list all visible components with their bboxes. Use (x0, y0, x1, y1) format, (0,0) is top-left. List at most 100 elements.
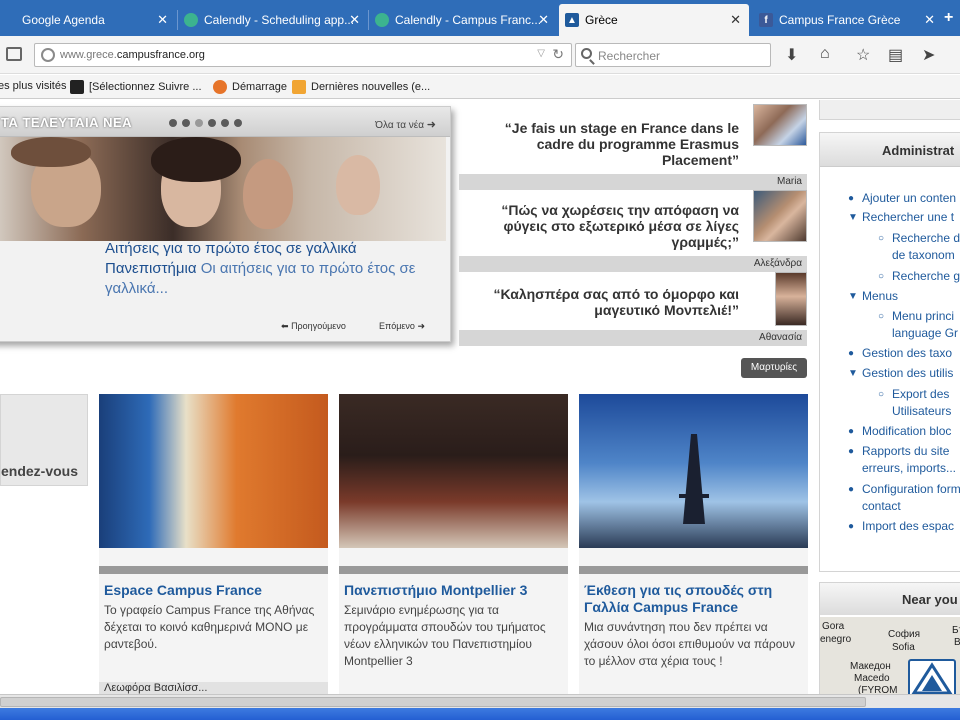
bookmark-label: es plus visités (0, 80, 67, 92)
admin-link-menus[interactable]: ▼ Menus (848, 288, 898, 305)
admin-link-label: Export des (892, 387, 950, 401)
testimonials-button[interactable]: Μαρτυρίες (741, 358, 807, 378)
testimonial-quote[interactable]: “Je fais un stage en France dans le cadr… (469, 120, 739, 168)
tab-calendly-scheduling[interactable]: Calendly - Scheduling app... ✕ (178, 6, 368, 34)
url-bar[interactable]: www.grece.campusfrance.org ▽ ↻ (34, 43, 572, 67)
testimonial-quote[interactable]: “Πώς να χωρέσεις την απόφαση να φύγεις σ… (459, 202, 739, 250)
card-title[interactable]: Έκθεση για τις σπουδές στη Γαλλία Campus… (584, 582, 804, 616)
tab-calendly-campus[interactable]: Calendly - Campus Franc... ✕ (369, 6, 557, 34)
horizontal-scrollbar[interactable] (0, 694, 960, 708)
next-news-button[interactable]: Επόμενο ➜ (379, 321, 425, 332)
cned-icon (70, 80, 84, 94)
testimonial[interactable]: “Πώς να χωρέσεις την απόφαση να φύγεις σ… (459, 188, 807, 272)
card-exhibition[interactable]: Έκθεση για τις σπουδές στη Γαλλία Campus… (579, 394, 808, 694)
news-title: ΤΑ ΤΕΛΕΥΤΑΙΑ ΝΕΑ (1, 115, 133, 130)
close-icon[interactable]: ✕ (538, 12, 549, 28)
testimonial[interactable]: “Je fais un stage en France dans le cadr… (459, 104, 807, 190)
search-bar[interactable]: Rechercher (575, 43, 771, 67)
admin-link-label: Import des espac (862, 519, 955, 533)
admin-link-label: Rapports du site (862, 444, 950, 458)
previous-news-button[interactable]: ⬅ Προηγούμενο (281, 321, 346, 332)
close-icon[interactable]: ✕ (349, 12, 360, 28)
download-icon[interactable]: ⬇ (785, 45, 798, 65)
admin-link-taxonomy-search-cont[interactable]: de taxonom (892, 247, 955, 264)
admin-link-label: Rechercher une t (862, 210, 955, 224)
bullet-icon: ○ (878, 389, 885, 400)
new-tab-icon[interactable]: + (944, 9, 953, 27)
slider-dot[interactable] (234, 119, 242, 127)
card-montpellier[interactable]: Πανεπιστήμιο Montpellier 3 Σεμινάριο ενη… (339, 394, 568, 694)
testimonial[interactable]: “Καλησπέρα σας από το όμορφο και μαγευτι… (459, 272, 807, 346)
admin-link-main-menu-cont[interactable]: language Gr (892, 325, 958, 342)
admin-link-block-edit[interactable]: ● Modification bloc (848, 423, 951, 440)
news-headline[interactable]: Αιτήσεις για το πρώτο έτος σε γαλλικά Πα… (105, 239, 425, 299)
home-icon[interactable]: ⌂ (820, 45, 830, 63)
map-label: (FYROM (858, 685, 898, 694)
all-news-link[interactable]: Όλα τα νέα ➜ (375, 118, 436, 131)
admin-link-export[interactable]: ○ Export des (878, 386, 950, 403)
bookmark-suivre[interactable]: [Sélectionnez Suivre ... (70, 80, 202, 94)
rss-icon (292, 80, 306, 94)
admin-link-reports-cont[interactable]: erreurs, imports... (862, 460, 956, 477)
admin-link-import[interactable]: ● Import des espac (848, 518, 955, 535)
admin-header: Administrat (820, 133, 960, 167)
admin-link-form-config[interactable]: ● Configuration form (848, 481, 960, 498)
all-news-label: Όλα τα νέα (375, 120, 424, 131)
card-description: Μια συνάντηση που δεν πρέπει να χάσουν ό… (584, 620, 795, 668)
card-title[interactable]: Espace Campus France (104, 582, 324, 599)
eiffel-tower-photo[interactable] (579, 394, 808, 548)
admin-link-reports[interactable]: ● Rapports du site (848, 443, 950, 460)
admin-link-main-menu[interactable]: ○ Menu princi (878, 308, 954, 325)
admin-top-box (819, 100, 960, 120)
sidebar-icon[interactable] (6, 47, 22, 61)
admin-link-export-cont[interactable]: Utilisateurs (892, 403, 951, 420)
news-photo[interactable] (0, 137, 446, 241)
bookmark-demarrage[interactable]: Démarrage (213, 80, 287, 94)
bookmark-star-icon[interactable]: ☆ (856, 45, 870, 65)
slider-dot[interactable] (221, 119, 229, 127)
admin-link-global-search[interactable]: ○ Recherche g (878, 268, 960, 285)
card-espace-campus-france[interactable]: Espace Campus France Το γραφείο Campus F… (99, 394, 328, 694)
bullet-icon: ● (848, 484, 855, 495)
bookmark-dernieres-nouvelles[interactable]: Dernières nouvelles (e... (292, 80, 430, 94)
card-more-link[interactable]: Λεωφόρα Βασιλίσσ... (99, 682, 328, 694)
tab-campus-france-facebook[interactable]: f Campus France Grèce ✕ (753, 6, 943, 34)
globe-icon (41, 48, 55, 62)
tab-google-agenda[interactable]: Google Agenda ✕ (0, 6, 176, 34)
admin-link-add-content[interactable]: ● Ajouter un conten (848, 190, 956, 207)
bullet-icon: ● (848, 193, 855, 204)
close-icon[interactable]: ✕ (730, 12, 741, 28)
admin-link-taxonomy[interactable]: ● Gestion des taxo (848, 345, 952, 362)
bullet-icon: ○ (878, 311, 885, 322)
campus-france-logo-icon[interactable] (908, 659, 956, 694)
card-title[interactable]: Πανεπιστήμιο Montpellier 3 (344, 582, 564, 599)
reading-list-icon[interactable]: ▤ (888, 45, 903, 65)
admin-link-form-config-cont[interactable]: contact (862, 498, 901, 515)
slider-dot[interactable] (195, 119, 203, 127)
url-text[interactable]: www.grece.campusfrance.org (60, 49, 205, 61)
dropdown-arrow-icon[interactable]: ▽ (537, 48, 545, 59)
tab-label: Calendly - Scheduling app... (204, 13, 355, 27)
seminar-photo[interactable] (339, 394, 568, 548)
admin-link-users[interactable]: ▼ Gestion des utilis (848, 365, 953, 382)
send-icon[interactable]: ➤ (922, 45, 935, 65)
tab-grece[interactable]: ▲ Grèce ✕ (559, 4, 749, 36)
slider-dot[interactable] (169, 119, 177, 127)
map[interactable]: Gora enegro София Sofia Бъ Bu Македон Ma… (820, 617, 960, 694)
office-photo[interactable] (99, 394, 328, 548)
card-description: Σεμινάριο ενημέρωσης για τα προγράμματα … (344, 603, 546, 668)
reload-icon[interactable]: ↻ (552, 46, 564, 63)
admin-link-taxonomy-search[interactable]: ○ Recherche d (878, 230, 960, 247)
card-more-label: Λεωφόρα Βασιλίσσ... (104, 682, 208, 694)
close-icon[interactable]: ✕ (924, 12, 935, 28)
scrollbar-thumb[interactable] (0, 697, 866, 707)
admin-link-search[interactable]: ▼ Rechercher une t (848, 209, 955, 226)
appointment-box[interactable]: endez-vous (0, 394, 88, 486)
bookmark-most-visited[interactable]: es plus visités (0, 80, 66, 92)
slider-dot[interactable] (182, 119, 190, 127)
testimonial-quote[interactable]: “Καλησπέρα σας από το όμορφο και μαγευτι… (469, 286, 739, 318)
slider-dot[interactable] (208, 119, 216, 127)
close-icon[interactable]: ✕ (157, 12, 168, 28)
admin-panel: Administrat ● Ajouter un conten ▼ Recherch… (819, 132, 960, 572)
arrow-left-icon: ⬅ (281, 321, 289, 331)
